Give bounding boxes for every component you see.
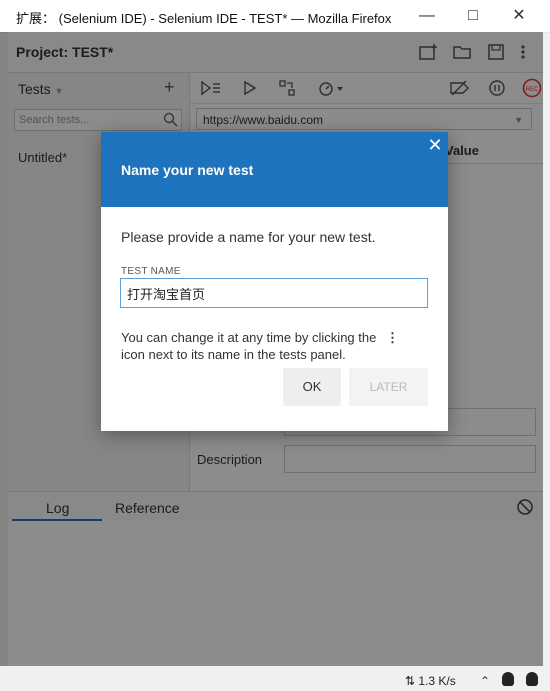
chevron-up-icon[interactable]: ⌃ [480,674,490,688]
new-test-dialog: Name your new test ✕ Please provide a na… [101,132,448,431]
more-options-icon: ⋮ [385,330,399,345]
network-speed: ⇅ 1.3 K/s [405,674,456,688]
dialog-header: Name your new test ✕ [101,132,448,207]
minimize-icon[interactable]: — [404,0,450,32]
dialog-description: Please provide a name for your new test. [121,229,376,245]
window-title: 扩展： (Selenium IDE) - Selenium IDE - TEST… [16,11,392,26]
qq-icon[interactable] [502,672,514,686]
close-icon[interactable]: ✕ [496,0,542,32]
ok-button[interactable]: OK [283,368,341,406]
qq-icon[interactable] [526,672,538,686]
close-icon[interactable]: ✕ [427,136,443,154]
window-titlebar: 扩展： (Selenium IDE) - Selenium IDE - TEST… [0,0,550,33]
system-status-bar: ⇅ 1.3 K/s ⌃ [0,666,550,691]
later-button[interactable]: LATER [349,368,428,406]
dialog-hint: You can change it at any time by clickin… [121,330,399,362]
test-name-label: TEST NAME [121,266,181,277]
test-name-input[interactable] [120,278,428,308]
dialog-title: Name your new test [121,162,254,178]
maximize-icon[interactable]: □ [450,0,496,32]
